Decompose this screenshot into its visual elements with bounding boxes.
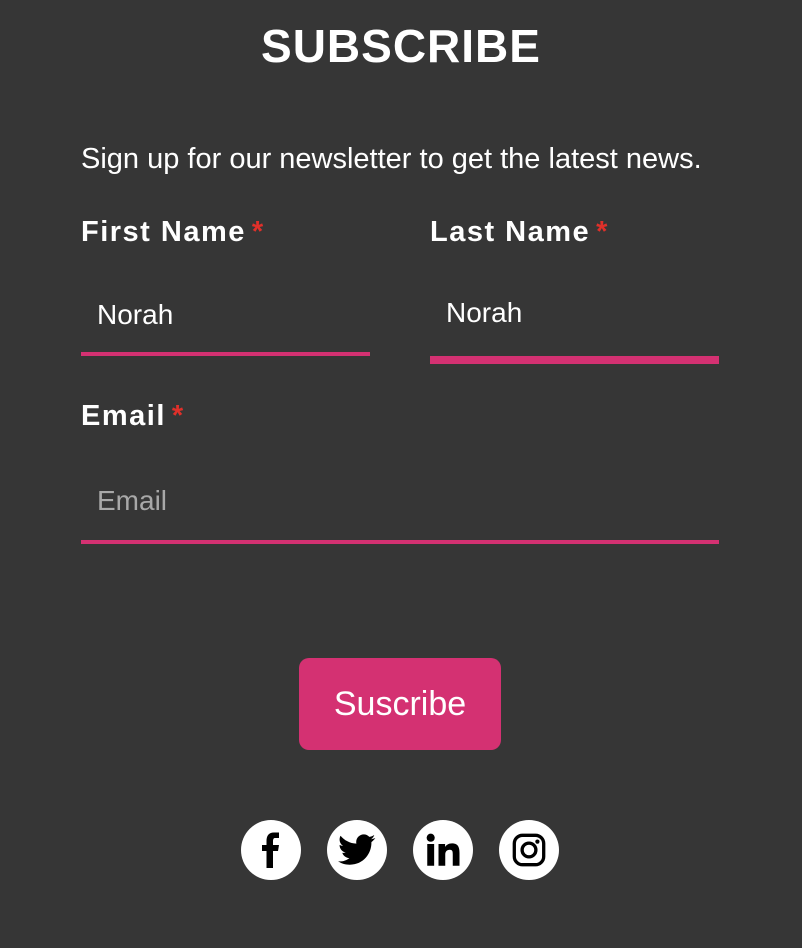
last-name-label-text: Last Name — [430, 216, 591, 248]
first-name-input[interactable] — [81, 278, 370, 356]
subscribe-button[interactable]: Suscribe — [299, 658, 501, 750]
instagram-link[interactable] — [499, 820, 559, 880]
email-label-text: Email — [81, 400, 166, 432]
last-name-label: Last Name * — [430, 214, 609, 250]
email-input[interactable] — [81, 462, 719, 544]
last-name-input[interactable] — [430, 278, 719, 364]
required-asterisk: * — [171, 400, 185, 432]
page-title: SUBSCRIBE — [261, 20, 541, 72]
first-name-label: First Name * — [81, 214, 265, 250]
linkedin-link[interactable] — [413, 820, 473, 880]
facebook-link[interactable] — [241, 820, 301, 880]
linkedin-icon — [426, 833, 460, 866]
intro-text: Sign up for our newsletter to get the la… — [81, 143, 702, 175]
twitter-link[interactable] — [327, 820, 387, 880]
twitter-icon — [338, 834, 376, 865]
instagram-icon — [512, 833, 546, 867]
required-asterisk: * — [596, 216, 609, 248]
first-name-label-text: First Name — [81, 216, 246, 248]
required-asterisk: * — [251, 216, 265, 248]
facebook-icon — [262, 832, 279, 868]
email-label: Email * — [81, 398, 185, 434]
